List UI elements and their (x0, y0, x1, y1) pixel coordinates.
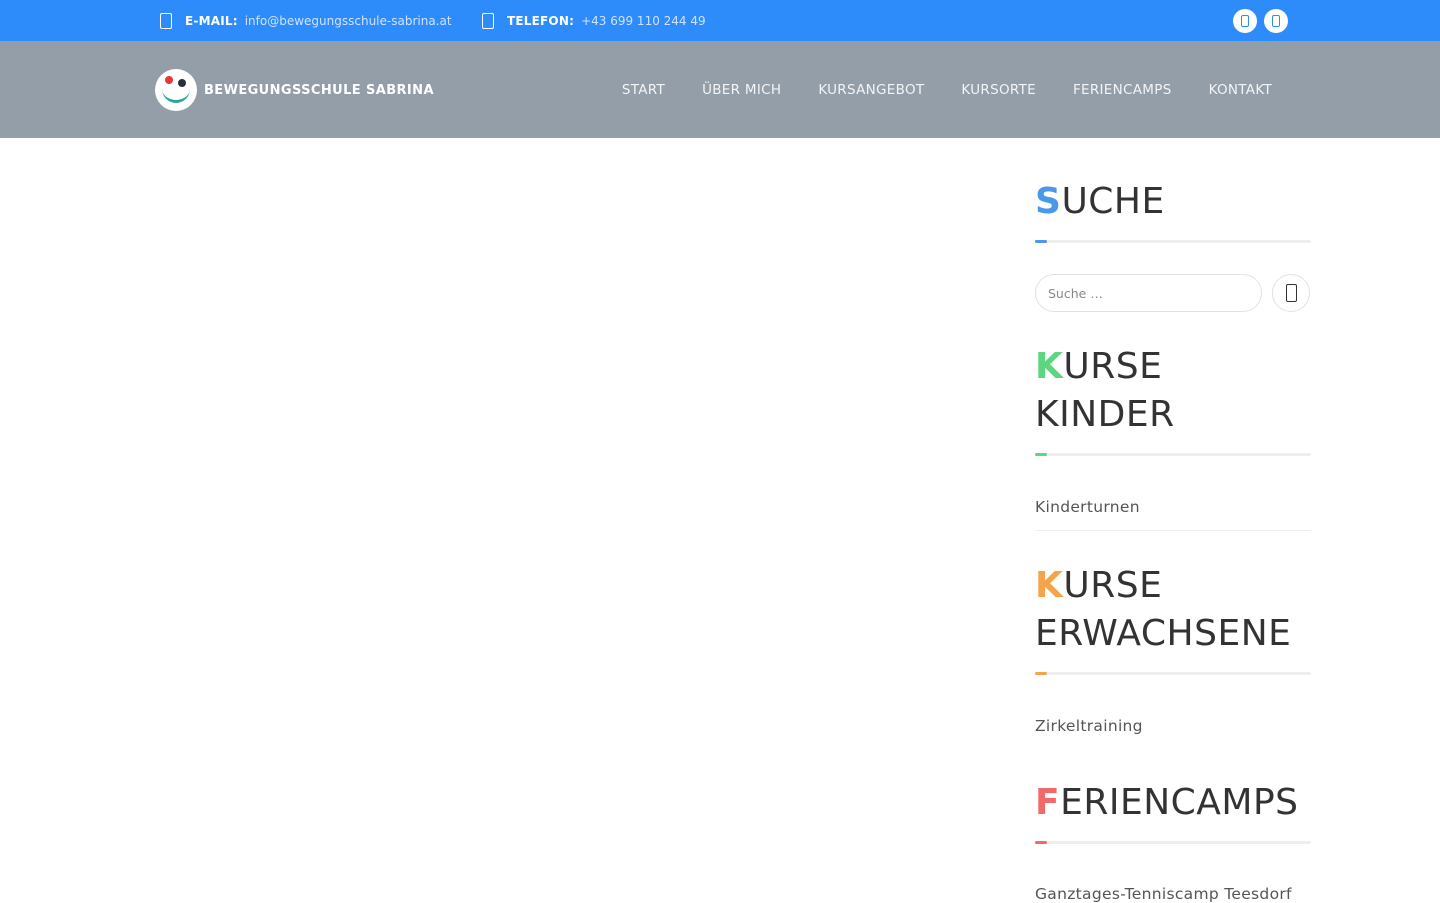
top-info-bar: E-MAIL: info@bewegungsschule-sabrina.at … (0, 0, 1440, 41)
facebook-icon (1241, 15, 1249, 27)
logo-mark-icon (155, 69, 197, 111)
list-item: Zirkeltraining (1035, 717, 1311, 735)
phone-icon (482, 12, 494, 29)
phone-label: TELEFON: (507, 13, 575, 28)
kurse-kinder-title: KURSE KINDER (1035, 346, 1175, 435)
list-item: Kinderturnen (1035, 498, 1311, 531)
link-zirkeltraining[interactable]: Zirkeltraining (1035, 717, 1311, 735)
phone-link[interactable]: +43 699 110 244 49 (581, 14, 706, 28)
nav-start[interactable]: START (622, 82, 665, 98)
list-item: Ganztages-Tenniscamp Teesdorf (1035, 885, 1311, 903)
facebook-button[interactable] (1233, 9, 1257, 33)
search-button[interactable] (1272, 274, 1310, 312)
nav-kursangebot[interactable]: KURSANGEBOT (818, 82, 924, 98)
kurse-erwachsene-title: KURSE ERWACHSENE (1035, 565, 1292, 654)
divider (1035, 841, 1311, 844)
phone-contact: TELEFON: +43 699 110 244 49 (482, 0, 706, 41)
link-kinderturnen[interactable]: Kinderturnen (1035, 498, 1311, 516)
site-header: BEWEGUNGSSCHULE SABRINA START ÜBER MICH … (0, 41, 1440, 138)
divider (1035, 453, 1311, 456)
kurse-erwachsene-widget: KURSE ERWACHSENE (1035, 562, 1311, 675)
instagram-button[interactable] (1264, 9, 1288, 33)
search-form (1035, 274, 1311, 312)
brand-name: BEWEGUNGSSCHULE SABRINA (204, 82, 434, 98)
nav-kontakt[interactable]: KONTAKT (1209, 82, 1272, 98)
envelope-icon (160, 12, 172, 29)
feriencamps-title: FERIENCAMPS (1035, 782, 1299, 823)
nav-ueber-mich[interactable]: ÜBER MICH (702, 82, 781, 98)
divider (1035, 672, 1311, 675)
instagram-icon (1272, 15, 1280, 27)
main-nav: START ÜBER MICH KURSANGEBOT KURSORTE FER… (585, 41, 1272, 138)
divider (1035, 240, 1311, 243)
email-label: E-MAIL: (185, 13, 238, 28)
link-tenniscamp-teesdorf[interactable]: Ganztages-Tenniscamp Teesdorf (1035, 885, 1311, 903)
search-widget: SUCHE (1035, 178, 1311, 243)
nav-kursorte[interactable]: KURSORTE (961, 82, 1036, 98)
search-input[interactable] (1035, 274, 1262, 312)
email-link[interactable]: info@bewegungsschule-sabrina.at (245, 14, 452, 28)
search-widget-title: SUCHE (1035, 181, 1165, 222)
nav-feriencamps[interactable]: FERIENCAMPS (1073, 82, 1172, 98)
site-logo[interactable]: BEWEGUNGSSCHULE SABRINA (155, 68, 434, 112)
search-icon (1285, 284, 1297, 302)
feriencamps-widget: FERIENCAMPS (1035, 779, 1311, 844)
kurse-kinder-widget: KURSE KINDER (1035, 343, 1311, 456)
email-contact: E-MAIL: info@bewegungsschule-sabrina.at (160, 0, 452, 41)
